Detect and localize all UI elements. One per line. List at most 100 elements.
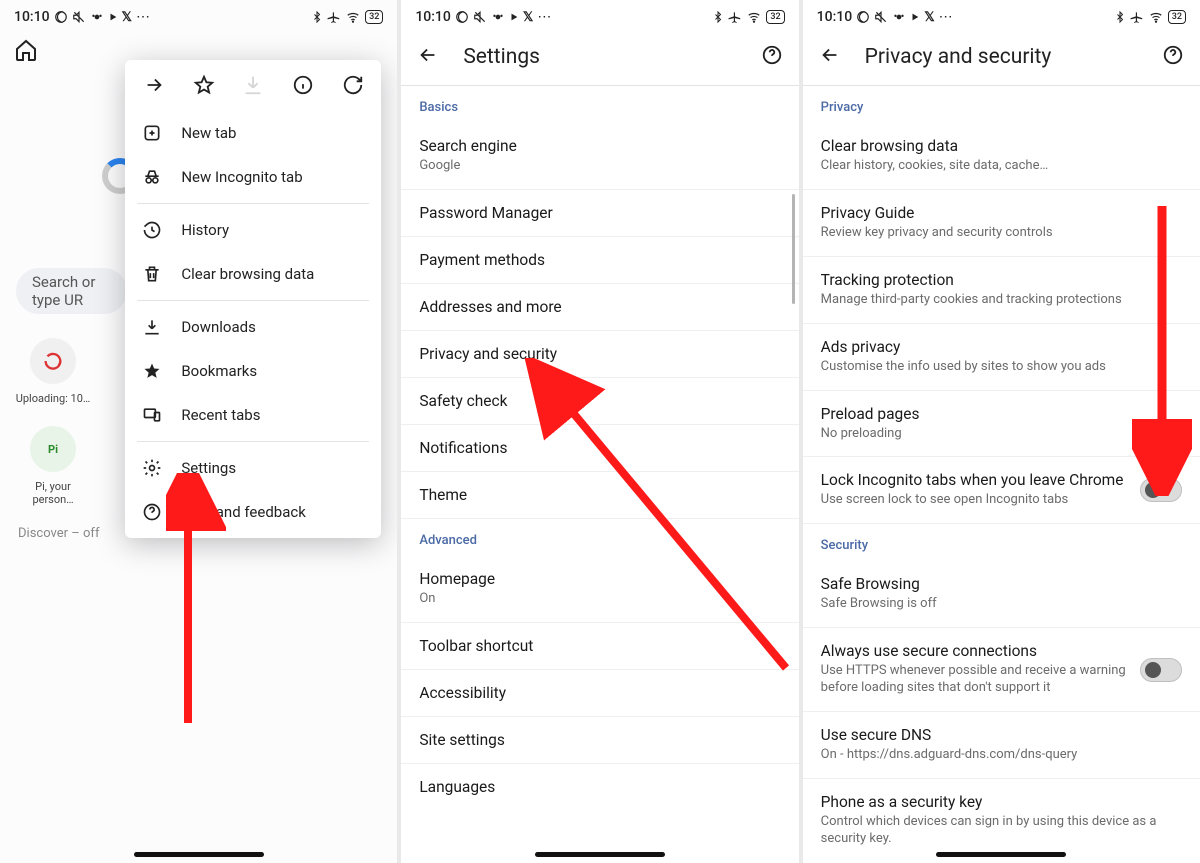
shortcut-tile[interactable]: Uploading: 10… <box>14 338 92 405</box>
airplane-icon <box>1130 10 1144 24</box>
row-clear-data[interactable]: Clear browsing dataClear history, cookie… <box>803 123 1200 190</box>
row-title: Privacy Guide <box>821 204 1182 222</box>
toggle-lock-incognito[interactable] <box>1140 478 1182 502</box>
menu-history[interactable]: History <box>125 208 381 252</box>
row-password-manager[interactable]: Password Manager <box>401 190 798 237</box>
menu-label: New Incognito tab <box>181 168 302 186</box>
dnd-icon <box>54 10 68 24</box>
row-title: Safe Browsing <box>821 575 1182 593</box>
row-sub: On <box>419 591 780 608</box>
back-icon[interactable] <box>819 44 841 70</box>
row-sub: Google <box>419 158 780 175</box>
shortcut-tile[interactable]: Pi Pi, your person… <box>14 426 92 506</box>
row-title: Phone as a security key <box>821 793 1182 811</box>
devices-icon <box>141 405 163 425</box>
reddit-icon <box>892 10 906 24</box>
row-sub: Control which devices can sign in by usi… <box>821 814 1182 848</box>
menu-new-tab[interactable]: New tab <box>125 111 381 155</box>
row-site-settings[interactable]: Site settings <box>401 717 798 764</box>
menu-recent-tabs[interactable]: Recent tabs <box>125 393 381 437</box>
row-title: Search engine <box>419 137 780 155</box>
screenshot-1-chrome-menu: 10:10 𝕏 ⋯ <box>0 0 397 863</box>
scroll-indicator <box>793 150 795 853</box>
plus-square-icon <box>141 123 163 143</box>
back-icon[interactable] <box>417 44 439 70</box>
menu-clear-data[interactable]: Clear browsing data <box>125 252 381 296</box>
menu-bookmarks[interactable]: Bookmarks <box>125 349 381 393</box>
row-sub: Use screen lock to see open Incognito ta… <box>821 492 1140 509</box>
nav-pill <box>535 852 665 857</box>
menu-label: History <box>181 221 229 239</box>
menu-label: New tab <box>181 124 236 142</box>
row-title: Accessibility <box>419 684 780 702</box>
airplane-icon <box>327 10 341 24</box>
menu-label: Help and feedback <box>181 503 306 521</box>
row-phone-key[interactable]: Phone as a security key Control which dev… <box>803 779 1200 862</box>
row-ads-privacy[interactable]: Ads privacyCustomise the info used by si… <box>803 324 1200 391</box>
toggle-secure-connections[interactable] <box>1140 658 1182 682</box>
row-toolbar-shortcut[interactable]: Toolbar shortcut <box>401 623 798 670</box>
row-title: Safety check <box>419 392 780 410</box>
reddit-icon <box>90 10 104 24</box>
row-homepage[interactable]: HomepageOn <box>401 556 798 623</box>
section-advanced: Advanced <box>401 519 798 556</box>
row-lock-incognito[interactable]: Lock Incognito tabs when you leave Chrom… <box>803 457 1200 524</box>
reload-icon[interactable] <box>339 74 367 100</box>
menu-downloads[interactable]: Downloads <box>125 305 381 349</box>
row-title: Privacy and security <box>419 345 780 363</box>
section-basics: Basics <box>401 86 798 123</box>
row-title: Payment methods <box>419 251 780 269</box>
help-icon[interactable] <box>761 44 783 70</box>
wifi-icon <box>345 10 361 24</box>
row-title: Ads privacy <box>821 338 1182 356</box>
row-title: Addresses and more <box>419 298 780 316</box>
row-notifications[interactable]: Notifications <box>401 425 798 472</box>
battery-icon: 32 <box>1168 10 1186 24</box>
forward-icon[interactable] <box>140 74 168 100</box>
row-addresses[interactable]: Addresses and more <box>401 284 798 331</box>
row-search-engine[interactable]: Search engine Google <box>401 123 798 190</box>
row-safe-browsing[interactable]: Safe Browsing Safe Browsing is off <box>803 561 1200 628</box>
menu-settings[interactable]: Settings <box>125 446 381 490</box>
row-secure-connections[interactable]: Always use secure connections Use HTTPS w… <box>803 628 1200 712</box>
star-icon[interactable] <box>190 74 218 100</box>
home-icon[interactable] <box>14 38 38 66</box>
row-privacy-security[interactable]: Privacy and security <box>401 331 798 378</box>
page-title: Privacy and security <box>865 45 1138 69</box>
x-icon: 𝕏 <box>924 10 934 25</box>
page-title: Settings <box>463 45 736 69</box>
row-languages[interactable]: Languages <box>401 764 798 810</box>
row-privacy-guide[interactable]: Privacy GuideReview key privacy and secu… <box>803 190 1200 257</box>
row-sub: Manage third-party cookies and tracking … <box>821 292 1182 309</box>
more-icon: ⋯ <box>136 9 150 25</box>
row-sub: No preloading <box>821 426 1182 443</box>
history-icon <box>141 220 163 240</box>
overflow-menu: New tab New Incognito tab History Clear … <box>125 60 381 538</box>
row-preload[interactable]: Preload pagesNo preloading <box>803 391 1200 458</box>
reddit-icon <box>491 10 505 24</box>
row-payment[interactable]: Payment methods <box>401 237 798 284</box>
help-icon[interactable] <box>1162 44 1184 70</box>
row-sub: Safe Browsing is off <box>821 596 1182 613</box>
trash-icon <box>141 264 163 284</box>
menu-label: Bookmarks <box>181 362 257 380</box>
row-tracking[interactable]: Tracking protectionManage third-party co… <box>803 257 1200 324</box>
menu-incognito[interactable]: New Incognito tab <box>125 155 381 199</box>
section-privacy: Privacy <box>803 86 1200 123</box>
help-icon <box>141 502 163 522</box>
row-safety-check[interactable]: Safety check <box>401 378 798 425</box>
row-theme[interactable]: Theme <box>401 472 798 519</box>
menu-help[interactable]: Help and feedback <box>125 490 381 534</box>
info-icon[interactable] <box>289 74 317 100</box>
row-secure-dns[interactable]: Use secure DNSOn - https://dns.adguard-d… <box>803 712 1200 779</box>
search-input[interactable]: Search or type UR <box>16 268 127 314</box>
row-title: Site settings <box>419 731 780 749</box>
row-title: Always use secure connections <box>821 642 1140 660</box>
status-bar: 10:10 𝕏 ⋯ 32 <box>401 0 798 28</box>
row-title: Theme <box>419 486 780 504</box>
status-time: 10:10 <box>14 9 50 25</box>
mute-icon <box>72 10 86 24</box>
tile-label: Uploading: 10… <box>14 392 92 405</box>
row-sub: Use HTTPS whenever possible and receive … <box>821 663 1140 697</box>
row-accessibility[interactable]: Accessibility <box>401 670 798 717</box>
